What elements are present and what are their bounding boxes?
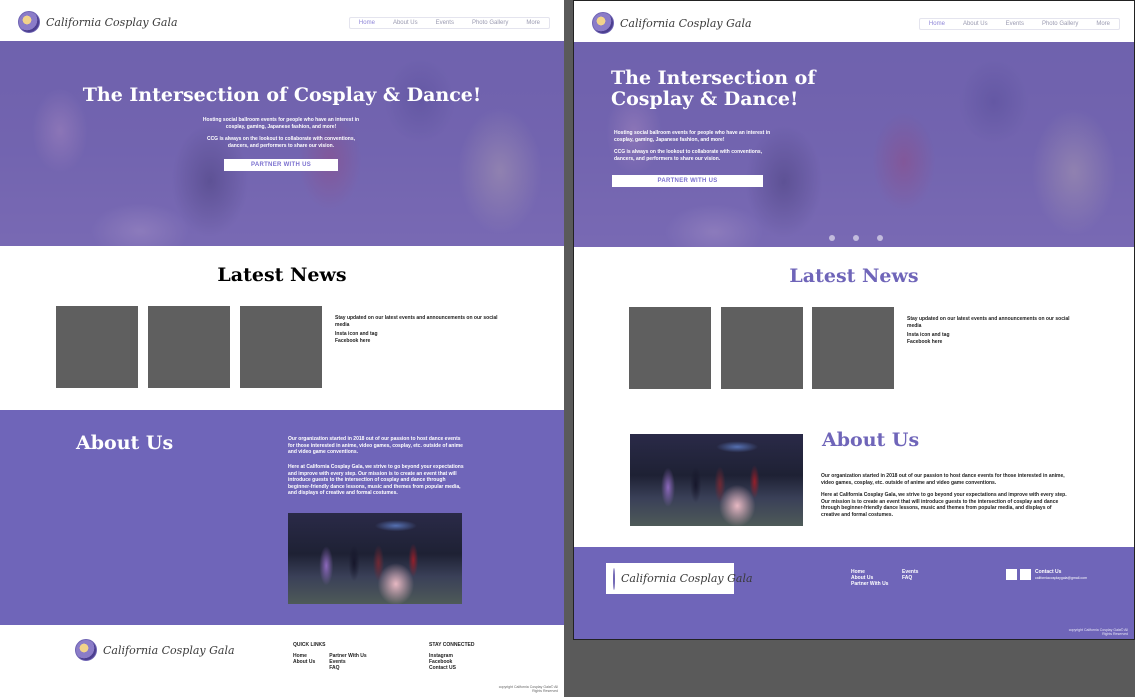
mockup-version-b: California Cosplay Gala Home About Us Ev… <box>573 0 1135 640</box>
main-nav: Home About Us Events Photo Gallery More <box>348 17 550 29</box>
hero-text-2: CCG is always on the lookout to collabor… <box>206 136 356 149</box>
facebook-icon[interactable] <box>1020 569 1031 580</box>
site-header: California Cosplay Gala Home About Us Ev… <box>0 0 564 41</box>
footer-link-about[interactable]: About Us <box>293 659 315 665</box>
news-thumbnail-3[interactable] <box>240 306 322 388</box>
news-thumbnail-1[interactable] <box>56 306 138 388</box>
footer-logo-badge-icon <box>75 639 97 661</box>
nav-events[interactable]: Events <box>427 18 463 28</box>
news-facebook-link[interactable]: Facebook here <box>907 339 1072 346</box>
site-header: California Cosplay Gala Home About Us Ev… <box>574 1 1134 42</box>
nav-about-us[interactable]: About Us <box>954 19 997 29</box>
news-social-text: Stay updated on our latest events and an… <box>335 315 500 344</box>
quick-links-title: QUICK LINKS <box>293 642 326 648</box>
partner-button[interactable]: PARTNER WITH US <box>612 175 763 187</box>
logo-badge-icon <box>592 12 614 34</box>
footer-links-col-2: Events FAQ <box>902 569 918 581</box>
footer-quick-links: QUICK LINKS Home About Us Partner With U… <box>293 642 367 671</box>
footer-logo-text: California Cosplay Gala <box>103 643 235 657</box>
nav-home[interactable]: Home <box>350 18 384 28</box>
news-social-caption: Stay updated on our latest events and an… <box>335 315 498 328</box>
about-photo <box>288 513 462 604</box>
hero-text-2: CCG is always on the lookout to collabor… <box>614 149 763 162</box>
nav-more[interactable]: More <box>1087 19 1119 29</box>
news-social-text: Stay updated on our latest events and an… <box>907 316 1072 345</box>
footer-logo[interactable]: California Cosplay Gala <box>606 563 753 594</box>
footer-link-faq[interactable]: FAQ <box>329 665 366 671</box>
hero-title-line-2: Cosplay & Dance! <box>611 88 799 110</box>
design-canvas: California Cosplay Gala Home About Us Ev… <box>0 0 1135 697</box>
logo-text: California Cosplay Gala <box>46 15 178 29</box>
hero-title: The Intersection of Cosplay & Dance! <box>82 84 482 106</box>
partner-button[interactable]: PARTNER WITH US <box>224 159 338 171</box>
nav-more[interactable]: More <box>517 18 549 28</box>
about-text-1: Our organization started in 2018 out of … <box>821 473 1065 486</box>
instagram-icon[interactable] <box>1006 569 1017 580</box>
footer-stay-connected: STAY CONNECTED Instagram Facebook Contac… <box>429 642 474 671</box>
about-title: About Us <box>76 432 174 454</box>
about-text-1: Our organization started in 2018 out of … <box>288 436 463 455</box>
news-social-caption: Stay updated on our latest events and an… <box>907 316 1070 329</box>
footer-email[interactable]: californiacosplaygala@gmail.com <box>1035 575 1087 581</box>
main-nav: Home About Us Events Photo Gallery More <box>918 18 1120 30</box>
nav-events[interactable]: Events <box>997 19 1033 29</box>
hero-text-1: Hosting social ballroom events for peopl… <box>202 117 360 130</box>
news-facebook-link[interactable]: Facebook here <box>335 338 500 345</box>
about-title: About Us <box>822 429 920 451</box>
about-text-2: Here at California Cosplay Gala, we stri… <box>288 464 464 496</box>
site-footer: California Cosplay Gala Home About Us Pa… <box>574 547 1134 639</box>
logo-badge-icon <box>18 11 40 33</box>
news-thumbnail-3[interactable] <box>812 307 894 389</box>
news-thumbnail-1[interactable] <box>629 307 711 389</box>
nav-photo-gallery[interactable]: Photo Gallery <box>463 18 517 28</box>
nav-photo-gallery[interactable]: Photo Gallery <box>1033 19 1087 29</box>
nav-home[interactable]: Home <box>920 19 954 29</box>
hero-banner: The Intersection of Cosplay & Dance! Hos… <box>574 42 1134 247</box>
footer-logo-badge-icon <box>613 567 615 590</box>
hero-title: The Intersection of Cosplay & Dance! <box>611 68 816 110</box>
site-footer: California Cosplay Gala QUICK LINKS Home… <box>0 625 564 697</box>
news-title: Latest News <box>789 265 919 287</box>
hero-text-1: Hosting social ballroom events for peopl… <box>614 130 771 143</box>
site-logo[interactable]: California Cosplay Gala <box>592 12 752 34</box>
footer-link-partner[interactable]: Partner With Us <box>851 581 888 587</box>
copyright-text: copyright California Cosplay Gala© All R… <box>498 685 558 693</box>
carousel-dot-2[interactable] <box>853 235 859 241</box>
stay-connected-title: STAY CONNECTED <box>429 642 475 648</box>
footer-links-col-1: Home About Us Partner With Us <box>851 569 888 587</box>
about-text-2: Here at California Cosplay Gala, we stri… <box>821 492 1067 518</box>
hero-title-line-1: The Intersection of <box>611 67 816 89</box>
news-title: Latest News <box>217 264 347 286</box>
footer-link-faq[interactable]: FAQ <box>902 575 918 581</box>
footer-logo[interactable]: California Cosplay Gala <box>75 639 235 661</box>
site-logo[interactable]: California Cosplay Gala <box>18 11 178 33</box>
footer-link-contact[interactable]: Contact US <box>429 665 474 671</box>
footer-contact: Contact Us californiacosplaygala@gmail.c… <box>1035 569 1087 581</box>
carousel-dots <box>829 235 883 241</box>
nav-about-us[interactable]: About Us <box>384 18 427 28</box>
hero-banner: The Intersection of Cosplay & Dance! Hos… <box>0 41 564 246</box>
carousel-dot-1[interactable] <box>829 235 835 241</box>
news-thumbnail-2[interactable] <box>148 306 230 388</box>
about-section: About Us Our organization started in 201… <box>0 410 564 625</box>
news-thumbnail-2[interactable] <box>721 307 803 389</box>
about-photo <box>630 434 803 526</box>
logo-text: California Cosplay Gala <box>620 16 752 30</box>
mockup-version-a: California Cosplay Gala Home About Us Ev… <box>0 0 564 697</box>
carousel-dot-3[interactable] <box>877 235 883 241</box>
footer-logo-text: California Cosplay Gala <box>621 572 753 585</box>
copyright-text: copyright California Cosplay Gala© All R… <box>1068 628 1128 636</box>
